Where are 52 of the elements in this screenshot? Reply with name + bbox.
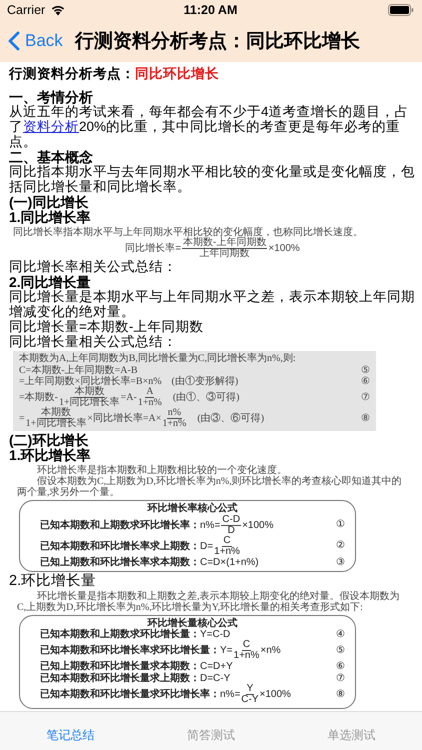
section-heading: 1.环比增长率	[9, 448, 92, 464]
formula-number: ⑤	[336, 645, 345, 656]
text-link[interactable]: 资料分析	[23, 119, 79, 134]
section-heading: 一、考情分析	[9, 90, 94, 105]
tab-item[interactable]: 笔记总结	[0, 727, 141, 750]
formula-number: ⑤	[361, 364, 370, 376]
formula-number: ①	[336, 519, 345, 531]
formula-number: ⑧	[361, 412, 370, 424]
formula-text: C=本期数-上年同期数=A-B	[19, 364, 138, 376]
section-heading: (二)环比增长	[9, 432, 88, 448]
formula-text: 已知本期数和上期数求环比增长量：Y=C-D	[40, 629, 230, 640]
paragraph-text: 同比增长量是本期水平与上年同期水平之差，表示本期较上年同期增减变化的绝对量。	[9, 290, 416, 320]
formula-text: 已知上期数和环比增长量求本期数：C=D+Y	[40, 661, 233, 672]
article-title-topic: 同比环比增长	[135, 66, 219, 81]
back-chevron-icon	[8, 31, 20, 51]
paragraph-text: 从近五年的考试来看，每年都会有不少于4道考查增长的题目，占了 资料分析20%的比重，其中同比增长的考查更是每年必考的重点。	[9, 105, 410, 150]
formula-number: ⑦	[361, 392, 370, 404]
section-heading: (一)同比增长	[9, 194, 88, 210]
formula-text: 同比增长率指本期水平与上年同期水平相比较的变化幅度，也称同比增长速度。	[13, 226, 363, 238]
tab-item[interactable]: 单选测试	[281, 727, 422, 750]
section-heading: 2.同比增长量	[9, 274, 92, 290]
section-heading: 2.环比增长量	[9, 574, 98, 590]
formula-number: ②	[336, 540, 345, 552]
formula-text: 本期数为A,上年同期数为B,同比增长量为C,同比增长率为n%,则:	[19, 353, 296, 364]
section-heading: 二、基本概念	[9, 150, 94, 165]
formula-number: ⑥	[336, 661, 345, 673]
clock-time: 11:20 AM	[184, 3, 238, 17]
figure-text: 假设本期数为C,上期数为D,环比增长率为n%,则环比增长率的考查核心即知道其中的两个量,求另外一个量。	[17, 476, 403, 498]
back-button[interactable]: Back	[6, 31, 65, 51]
wifi-icon	[50, 4, 66, 16]
paragraph-text: 同比增长量相关公式总结：	[9, 334, 178, 350]
formula-text: 已知本期数和环比增长量求上期数：D=C-Y	[40, 672, 230, 684]
formula-card-title: 环比增长率核心公式	[146, 503, 238, 515]
figure-text: 环比增长率是指本期数和上期数相比较的一个变化速度。	[36, 464, 287, 476]
formula-text: =上年同期数×同比增长率=B×n% (由①变形解得)	[19, 376, 238, 387]
formula-number: ⑦	[336, 672, 345, 684]
formula-card-title: 环比增长量核心公式	[147, 618, 238, 630]
paragraph-text: 同比增长量=本期数-上年同期数	[9, 320, 204, 334]
paragraph-text: 同比增长率相关公式总结：	[9, 260, 178, 275]
formula-number: ⑧	[336, 688, 345, 700]
section-heading: 1.同比增长率	[9, 210, 92, 226]
carrier-label: Carrier	[7, 3, 46, 17]
formula-text: 已知上期数和环比增长率求本期数：C=D×(1+n%)	[40, 556, 259, 568]
formula-number: ④	[336, 629, 345, 640]
paragraph-text: 同比指本期水平与去年同期水平相比较的变化量或是变化幅度，包括同比增长量和同比增长率。	[9, 165, 416, 195]
page-title: 行测资料分析考点：同比环比增长	[74, 30, 360, 54]
article-title-label: 行测资料分析考点：	[9, 66, 135, 81]
battery-icon	[388, 4, 414, 16]
formula-number: ③	[336, 556, 345, 568]
figure-text: 环比增长量是指本期数和上期数之差,表示本期较上期变化的绝对量。假设本期数为C,上期数为D,环比增长率为n%,环比增长量为Y,环比增长量的相关考查形式如下:	[17, 590, 400, 614]
tab-item[interactable]: 简答测试	[140, 727, 282, 750]
formula-number: ⑥	[361, 376, 370, 387]
